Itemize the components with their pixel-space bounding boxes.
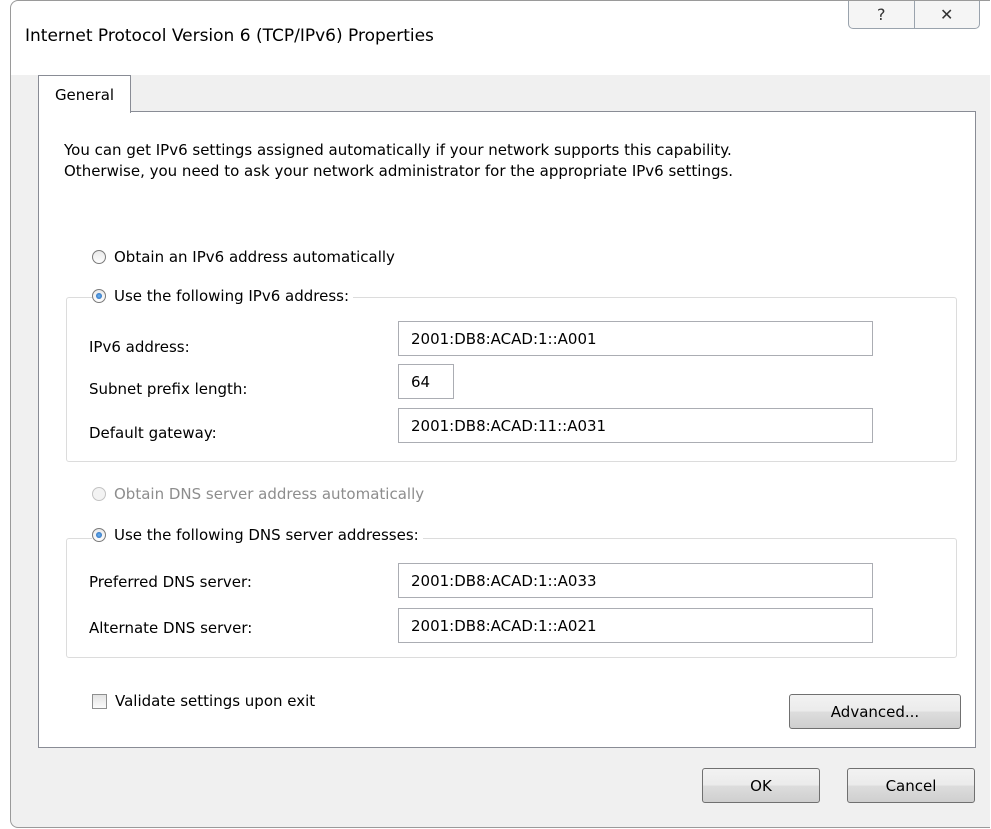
- prefix-length-input[interactable]: 64: [398, 364, 454, 399]
- dns-manual-radio[interactable]: [92, 528, 106, 542]
- tab-general-label: General: [54, 85, 115, 104]
- intro-line-2: Otherwise, you need to ask your network …: [64, 162, 734, 180]
- title-bar: Internet Protocol Version 6 (TCP/IPv6) P…: [11, 1, 990, 75]
- ip-manual-label: Use the following IPv6 address:: [114, 287, 350, 305]
- dns-manual-label: Use the following DNS server addresses:: [114, 526, 419, 544]
- validate-checkbox[interactable]: [92, 693, 107, 709]
- ip-manual-radio[interactable]: [92, 289, 106, 303]
- tab-general[interactable]: General: [38, 75, 131, 113]
- dns-manual-option[interactable]: Use the following DNS server addresses:: [92, 526, 423, 544]
- alternate-dns-label: Alternate DNS server:: [89, 619, 253, 637]
- ip-auto-label: Obtain an IPv6 address automatically: [114, 248, 395, 266]
- ip-address-group: IPv6 address: 2001:DB8:ACAD:1::A001 Subn…: [66, 297, 957, 462]
- help-button[interactable]: ?: [849, 1, 914, 28]
- ip-auto-option[interactable]: Obtain an IPv6 address automatically: [92, 248, 399, 266]
- ipv6-address-input[interactable]: 2001:DB8:ACAD:1::A001: [398, 321, 873, 356]
- alternate-dns-input[interactable]: 2001:DB8:ACAD:1::A021: [398, 608, 873, 643]
- validate-option[interactable]: Validate settings upon exit: [92, 692, 315, 710]
- ip-auto-radio[interactable]: [92, 250, 106, 264]
- validate-label: Validate settings upon exit: [115, 692, 316, 710]
- prefix-length-label: Subnet prefix length:: [89, 380, 248, 398]
- close-icon: ✕: [940, 5, 954, 24]
- default-gateway-label: Default gateway:: [89, 424, 217, 442]
- advanced-button[interactable]: Advanced...: [789, 694, 961, 729]
- intro-text: You can get IPv6 settings assigned autom…: [64, 140, 964, 182]
- general-panel: You can get IPv6 settings assigned autom…: [38, 111, 976, 748]
- dialog-window: Internet Protocol Version 6 (TCP/IPv6) P…: [10, 0, 990, 828]
- dns-auto-radio[interactable]: [92, 487, 106, 501]
- close-button[interactable]: ✕: [913, 1, 980, 28]
- window-title: Internet Protocol Version 6 (TCP/IPv6) P…: [25, 26, 434, 46]
- default-gateway-input[interactable]: 2001:DB8:ACAD:11::A031: [398, 408, 873, 443]
- ip-manual-option[interactable]: Use the following IPv6 address:: [92, 287, 354, 305]
- ipv6-address-label: IPv6 address:: [89, 338, 190, 356]
- dns-auto-label: Obtain DNS server address automatically: [114, 485, 425, 503]
- intro-line-1: You can get IPv6 settings assigned autom…: [64, 141, 732, 159]
- dns-group: Preferred DNS server: 2001:DB8:ACAD:1::A…: [66, 538, 957, 658]
- dns-auto-option[interactable]: Obtain DNS server address automatically: [92, 485, 429, 503]
- caption-buttons: ? ✕: [848, 1, 980, 29]
- preferred-dns-input[interactable]: 2001:DB8:ACAD:1::A033: [398, 563, 873, 598]
- help-icon: ?: [877, 5, 886, 24]
- preferred-dns-label: Preferred DNS server:: [89, 573, 252, 591]
- cancel-button[interactable]: Cancel: [847, 768, 975, 803]
- ok-button[interactable]: OK: [702, 768, 820, 803]
